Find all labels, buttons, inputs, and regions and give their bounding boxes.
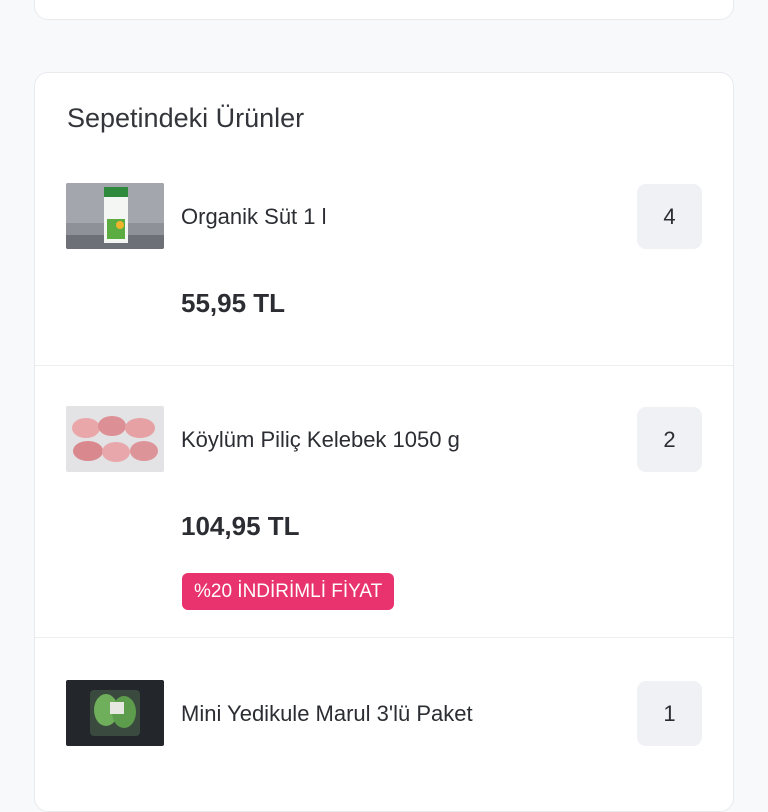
product-name[interactable]: Organik Süt 1 l [181, 204, 327, 230]
discount-badge: %20 İNDİRİMLİ FİYAT [182, 573, 395, 610]
cart-item[interactable]: Organik Süt 1 l 4 55,95 TL [35, 73, 733, 365]
cart-item[interactable]: Köylüm Piliç Kelebek 1050 g 2 104,95 TL … [35, 365, 733, 637]
quantity-button[interactable]: 4 [637, 184, 702, 249]
chicken-meat-image [66, 406, 164, 472]
product-name[interactable]: Mini Yedikule Marul 3'lü Paket [181, 701, 473, 727]
cart-section: Sepetindeki Ürünler Organik Süt 1 l 4 55… [34, 72, 734, 812]
product-price: 55,95 TL [181, 288, 286, 318]
cart-item[interactable]: Mini Yedikule Marul 3'lü Paket 1 [35, 637, 733, 811]
product-name[interactable]: Köylüm Piliç Kelebek 1050 g [181, 427, 460, 453]
previous-card [34, 0, 734, 20]
quantity-button[interactable]: 2 [637, 407, 702, 472]
product-price: 104,95 TL [181, 511, 300, 541]
milk-carton-image [66, 183, 164, 249]
quantity-button[interactable]: 1 [637, 681, 702, 746]
lettuce-pack-image [66, 680, 164, 746]
